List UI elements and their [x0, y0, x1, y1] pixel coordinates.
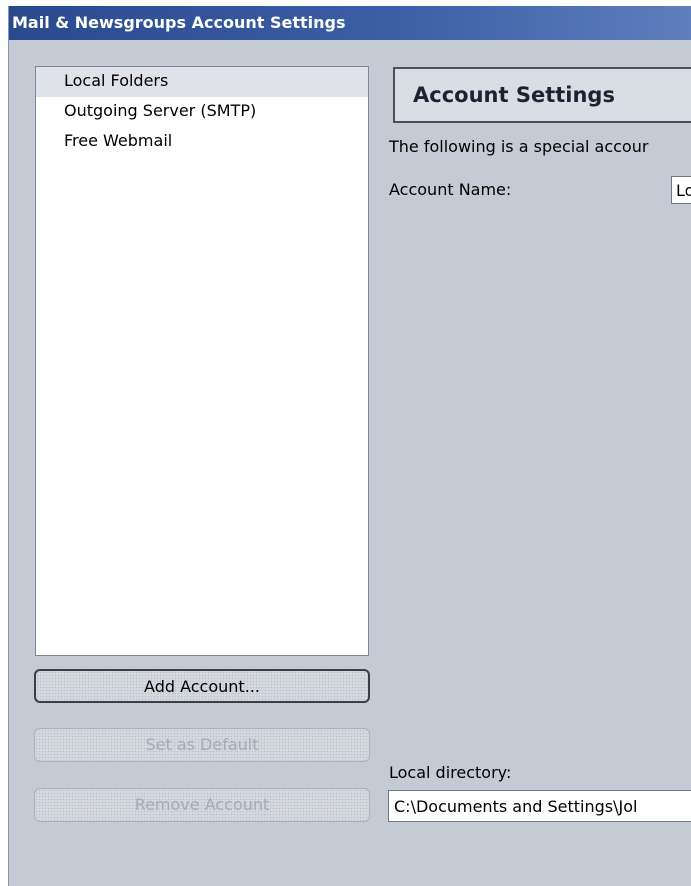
account-settings-header: Account Settings	[393, 67, 691, 123]
local-directory-label: Local directory:	[389, 763, 512, 782]
window-title: Mail & Newsgroups Account Settings	[9, 6, 691, 40]
account-name-label: Account Name:	[389, 180, 512, 199]
remove-account-button[interactable]: Remove Account	[34, 788, 370, 822]
account-list-item-free-webmail[interactable]: Free Webmail	[36, 127, 368, 157]
add-account-button[interactable]: Add Account...	[34, 669, 370, 703]
set-as-default-button[interactable]: Set as Default	[34, 728, 370, 762]
local-directory-field[interactable]	[388, 790, 691, 822]
account-name-field[interactable]	[671, 176, 691, 204]
account-settings-window: Mail & Newsgroups Account Settings Local…	[8, 6, 691, 886]
account-list-item-local-folders[interactable]: Local Folders	[36, 67, 368, 97]
account-list-item-outgoing-server[interactable]: Outgoing Server (SMTP)	[36, 97, 368, 127]
account-list[interactable]: Local Folders Outgoing Server (SMTP) Fre…	[35, 66, 369, 656]
special-account-description: The following is a special accour	[389, 137, 649, 156]
